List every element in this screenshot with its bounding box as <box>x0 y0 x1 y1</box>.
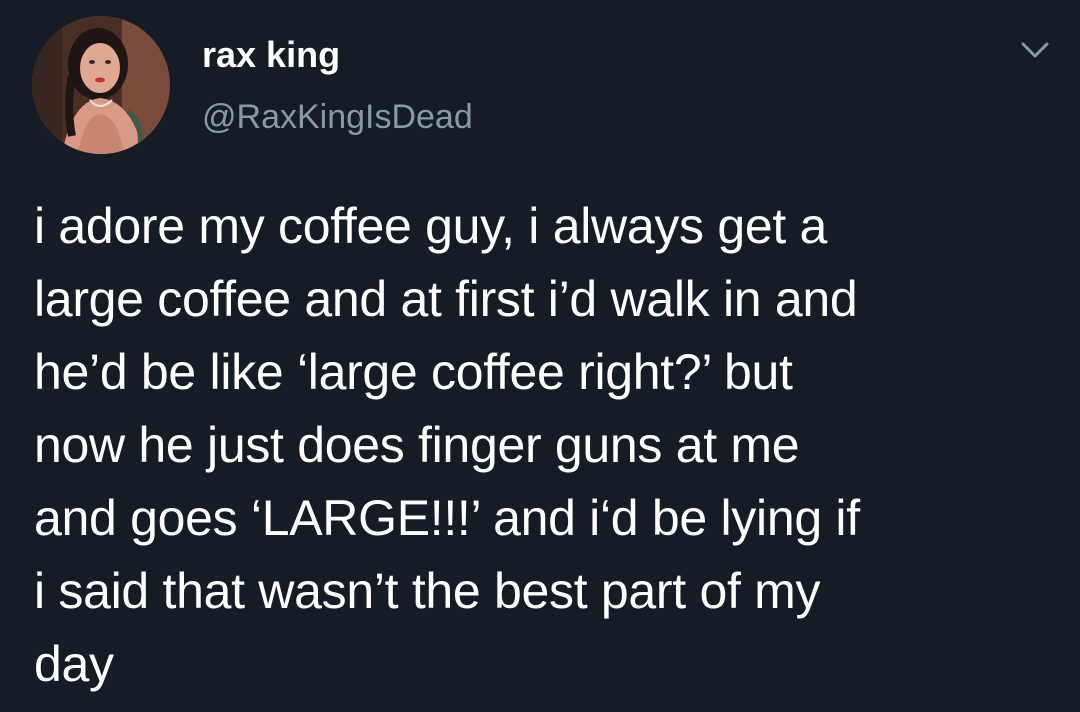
avatar[interactable] <box>32 16 170 154</box>
avatar-photo-icon <box>32 16 170 154</box>
chevron-down-icon[interactable] <box>1018 38 1052 62</box>
author-handle[interactable]: @RaxKingIsDead <box>202 98 473 137</box>
tweet-text: i adore my coffee guy, i always get a la… <box>34 198 860 692</box>
tweet-card: rax king @RaxKingIsDead i adore my coffe… <box>0 0 1080 712</box>
author-display-name[interactable]: rax king <box>202 34 340 76</box>
